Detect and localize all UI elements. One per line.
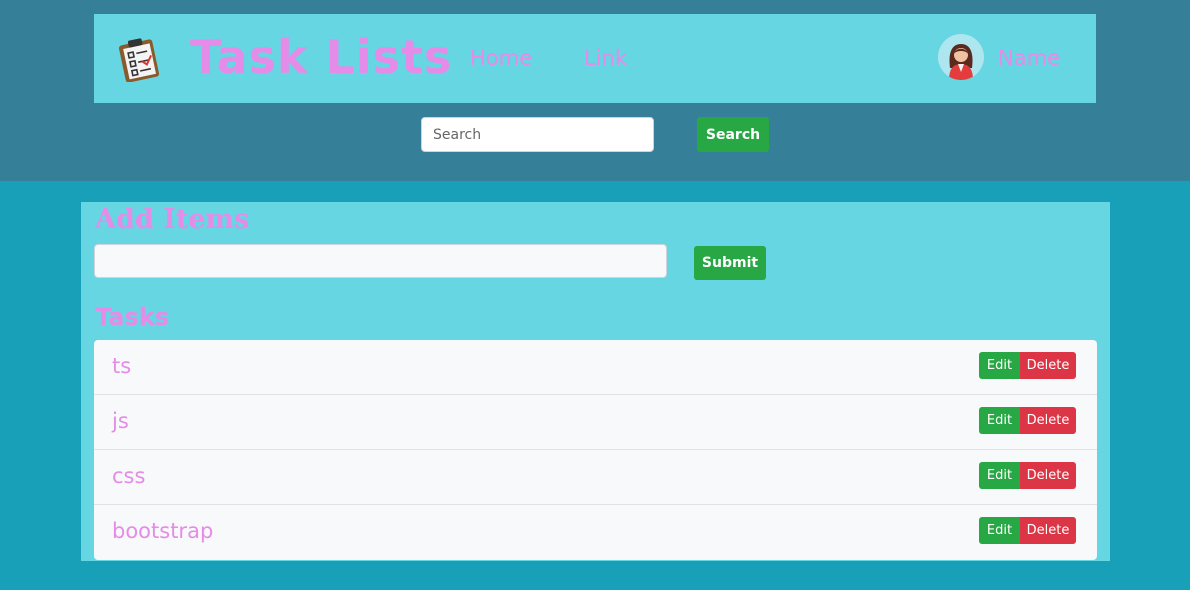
delete-button[interactable]: Delete xyxy=(1020,462,1076,489)
brand-title[interactable]: Task Lists xyxy=(190,30,452,84)
task-item: ts Edit Delete xyxy=(94,340,1097,395)
user-name-link[interactable]: Name xyxy=(998,46,1060,70)
task-list: ts Edit Delete js Edit Delete css Edit D… xyxy=(94,340,1097,560)
task-text: ts xyxy=(112,354,132,378)
task-text: js xyxy=(112,409,129,433)
task-item: css Edit Delete xyxy=(94,450,1097,505)
edit-button[interactable]: Edit xyxy=(979,462,1020,489)
user-avatar-icon[interactable] xyxy=(938,34,984,80)
delete-button[interactable]: Delete xyxy=(1020,517,1076,544)
edit-button[interactable]: Edit xyxy=(979,517,1020,544)
edit-button[interactable]: Edit xyxy=(979,407,1020,434)
delete-button[interactable]: Delete xyxy=(1020,407,1076,434)
clipboard-checklist-icon[interactable] xyxy=(118,36,162,83)
tasks-heading: Tasks xyxy=(95,303,170,331)
search-input[interactable] xyxy=(421,117,654,152)
task-item: js Edit Delete xyxy=(94,395,1097,450)
delete-button[interactable]: Delete xyxy=(1020,352,1076,379)
submit-button[interactable]: Submit xyxy=(694,246,766,280)
task-text: css xyxy=(112,464,146,488)
nav-link-link[interactable]: Link xyxy=(584,46,627,70)
edit-button[interactable]: Edit xyxy=(979,352,1020,379)
task-text: bootstrap xyxy=(112,519,214,543)
nav-link-home[interactable]: Home xyxy=(470,46,532,70)
add-item-input[interactable] xyxy=(94,244,667,278)
add-items-heading: Add Items xyxy=(95,204,250,235)
search-button[interactable]: Search xyxy=(697,117,769,152)
task-item: bootstrap Edit Delete xyxy=(94,505,1097,560)
navbar: Task Lists Home Link Name xyxy=(94,14,1096,103)
task-panel: Add Items Submit Tasks ts Edit Delete js… xyxy=(81,202,1110,561)
